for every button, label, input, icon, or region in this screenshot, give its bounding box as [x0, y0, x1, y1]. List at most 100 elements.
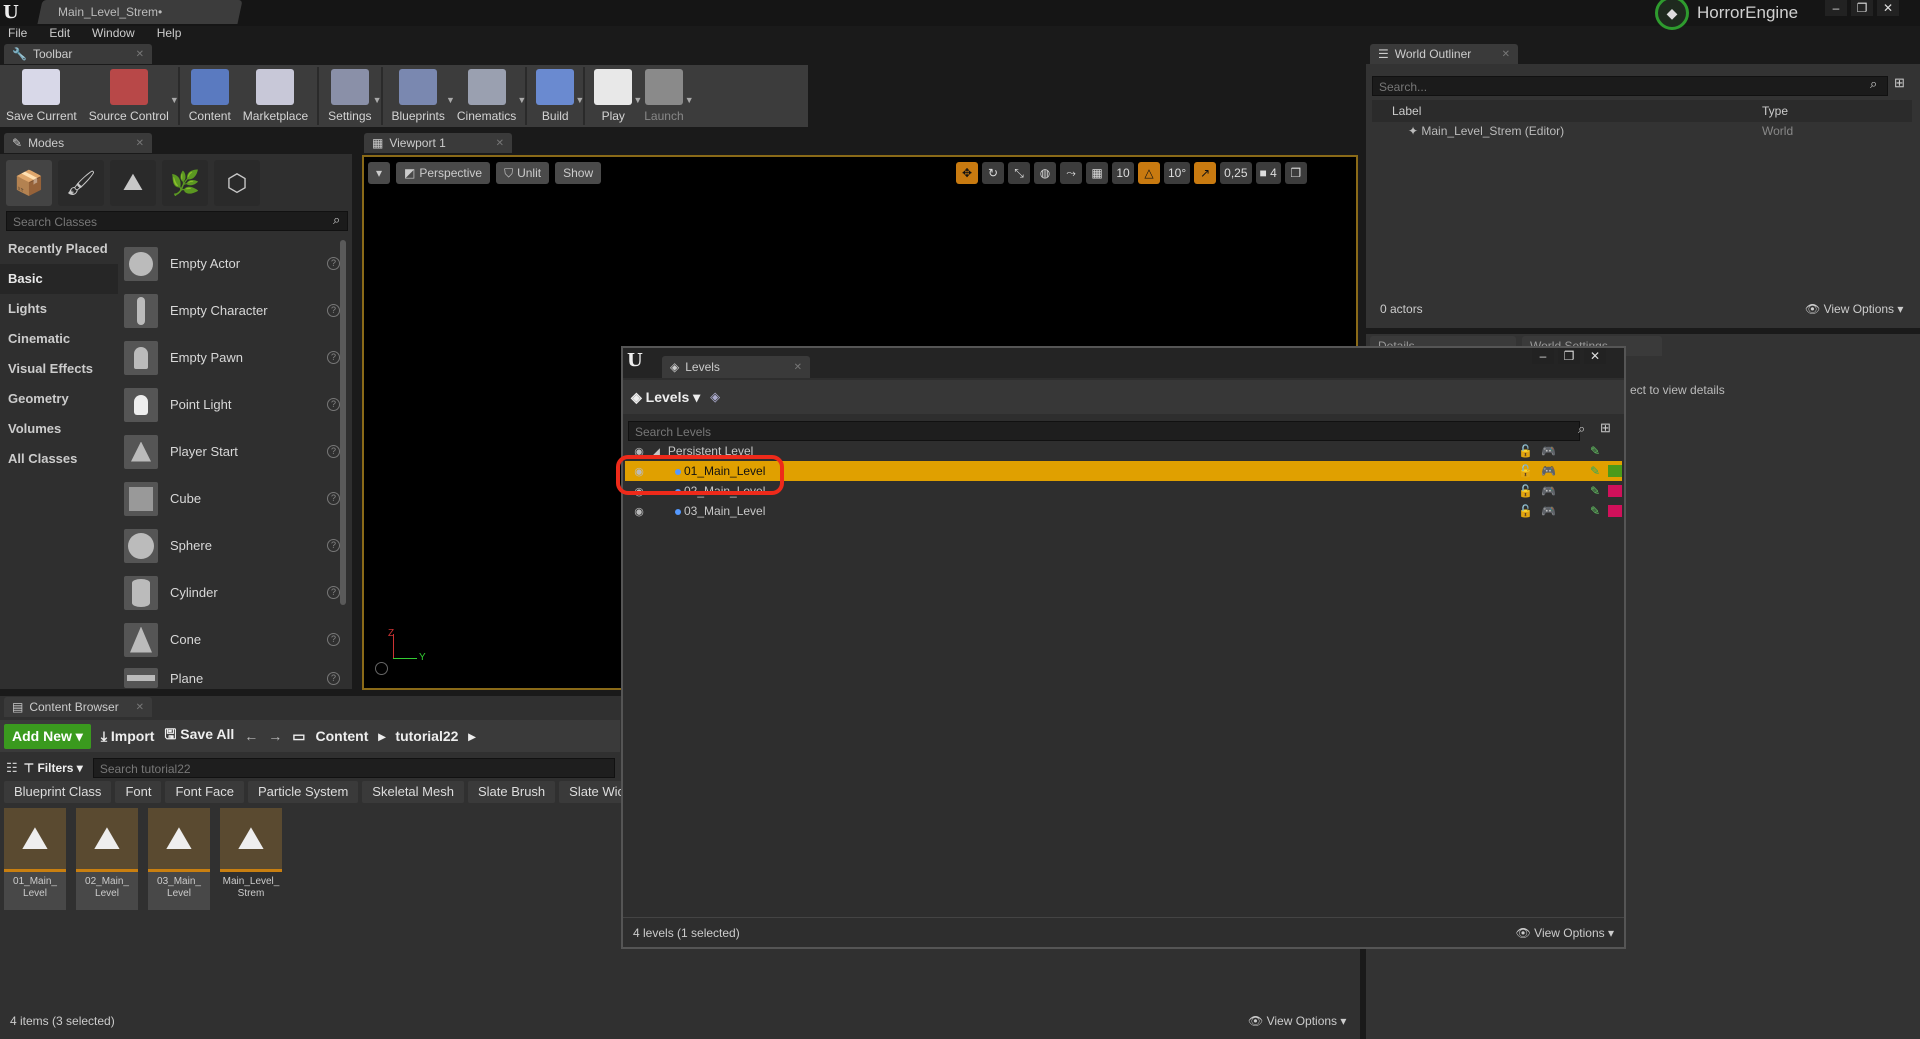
- level-color-swatch[interactable]: [1608, 465, 1622, 477]
- foliage-mode-icon[interactable]: 🌿: [162, 160, 208, 206]
- cb-view-options[interactable]: 👁 View Options ▾: [1248, 1014, 1346, 1028]
- levels-menu-button[interactable]: ◈ Levels ▾: [631, 389, 700, 406]
- table-row[interactable]: ✦ Main_Level_Strem (Editor) World: [1372, 122, 1912, 140]
- help-icon[interactable]: ?: [327, 492, 340, 505]
- list-item[interactable]: Cylinder?: [124, 569, 340, 616]
- save-all-button[interactable]: 🖫 Save All: [164, 724, 234, 748]
- scale-snap-icon[interactable]: ↗: [1194, 162, 1217, 184]
- menu-edit[interactable]: Edit: [49, 26, 70, 44]
- dropdown-arrow-icon[interactable]: ▼: [170, 95, 179, 105]
- surface-snap-icon[interactable]: ⤳: [1060, 162, 1082, 184]
- category-cinematic[interactable]: Cinematic: [0, 324, 118, 354]
- category-basic[interactable]: Basic: [0, 264, 118, 294]
- add-new-button[interactable]: Add New ▾: [4, 723, 91, 749]
- place-mode-icon[interactable]: 📦: [6, 160, 52, 206]
- level-color-swatch[interactable]: [1608, 445, 1622, 457]
- minimize-button[interactable]: –: [1532, 348, 1554, 364]
- outliner-search-input[interactable]: Search...: [1372, 76, 1888, 96]
- tab-toolbar[interactable]: 🔧 Toolbar ✕: [4, 44, 152, 64]
- asset-tile[interactable]: ⛰ 02_Main_ Level: [76, 808, 138, 910]
- document-tab[interactable]: Main_Level_Strem•: [37, 0, 243, 24]
- gamepad-icon[interactable]: 🎮: [1541, 504, 1556, 518]
- filter-chip[interactable]: Font: [115, 781, 162, 803]
- category-all-classes[interactable]: All Classes: [0, 444, 118, 474]
- show-button[interactable]: Show: [555, 162, 602, 184]
- camera-speed[interactable]: ■ 4: [1255, 162, 1281, 184]
- help-icon[interactable]: ?: [327, 539, 340, 552]
- menu-help[interactable]: Help: [157, 26, 182, 44]
- geometry-mode-icon[interactable]: ⬡: [214, 160, 260, 206]
- rotate-icon[interactable]: ↻: [982, 162, 1004, 184]
- dropdown-arrow-icon[interactable]: ▼: [373, 95, 382, 105]
- cinematics-button[interactable]: Cinematics ▼: [451, 65, 526, 127]
- lock-icon[interactable]: 🔓: [1518, 484, 1533, 498]
- tab-content-browser[interactable]: ▤ Content Browser ✕: [4, 697, 152, 717]
- list-item[interactable]: Cube?: [124, 475, 340, 522]
- filter-chip[interactable]: Font Face: [165, 781, 244, 803]
- perspective-button[interactable]: ◩ Perspective: [396, 162, 491, 184]
- forward-button[interactable]: →: [268, 728, 282, 744]
- category-lights[interactable]: Lights: [0, 294, 118, 324]
- info-icon[interactable]: [375, 662, 388, 675]
- filters-button[interactable]: ⊤ Filters ▾: [24, 761, 83, 775]
- landscape-mode-icon[interactable]: ⛰: [110, 160, 156, 206]
- close-button[interactable]: ✕: [1877, 0, 1899, 16]
- pencil-icon[interactable]: ✎: [1590, 464, 1600, 478]
- filter-chip[interactable]: Slate Brush: [467, 781, 556, 803]
- category-geometry[interactable]: Geometry: [0, 384, 118, 414]
- search-assets-input[interactable]: Search tutorial22: [92, 758, 615, 778]
- gamepad-icon[interactable]: 🎮: [1541, 444, 1556, 458]
- breadcrumb-tutorial22[interactable]: tutorial22: [395, 728, 458, 744]
- scrollbar[interactable]: [340, 240, 346, 605]
- menu-file[interactable]: File: [8, 26, 27, 44]
- category-visual-effects[interactable]: Visual Effects: [0, 354, 118, 384]
- outliner-view-options[interactable]: 👁 View Options ▾: [1805, 302, 1903, 316]
- help-icon[interactable]: ?: [327, 398, 340, 411]
- lock-icon[interactable]: 🔓: [1518, 504, 1533, 518]
- back-button[interactable]: ←: [244, 728, 258, 744]
- column-label[interactable]: Label: [1372, 104, 1762, 118]
- breadcrumb-content[interactable]: Content: [315, 728, 368, 744]
- tab-world-outliner[interactable]: ☰ World Outliner ✕: [1370, 44, 1518, 64]
- level-color-swatch[interactable]: [1608, 485, 1622, 497]
- dropdown-arrow-icon[interactable]: ▼: [575, 95, 584, 105]
- dropdown-arrow-icon[interactable]: ▼: [685, 95, 694, 105]
- close-icon[interactable]: ✕: [1502, 49, 1510, 60]
- rotation-snap-value[interactable]: 10°: [1164, 162, 1191, 184]
- list-item[interactable]: Empty Character?: [124, 287, 340, 334]
- asset-tile[interactable]: ⛰ Main_Level_ Strem: [220, 808, 282, 910]
- summon-levels-icon[interactable]: ◈: [710, 389, 720, 405]
- gamepad-icon[interactable]: 🎮: [1541, 484, 1556, 498]
- list-item[interactable]: Empty Actor?: [124, 240, 340, 287]
- close-icon[interactable]: ✕: [136, 702, 144, 713]
- blueprints-button[interactable]: Blueprints ▼: [386, 65, 455, 127]
- list-item[interactable]: Empty Pawn?: [124, 334, 340, 381]
- settings-button[interactable]: Settings ▼: [322, 65, 382, 127]
- grid-size[interactable]: 10: [1112, 162, 1134, 184]
- sources-icon[interactable]: ☷: [0, 760, 18, 776]
- dropdown-arrow-icon[interactable]: ▼: [517, 95, 526, 105]
- help-icon[interactable]: ?: [327, 304, 340, 317]
- maximize-button[interactable]: ❐: [1558, 348, 1580, 364]
- grid-icon[interactable]: ▦: [1086, 162, 1108, 184]
- help-icon[interactable]: ?: [327, 445, 340, 458]
- column-type[interactable]: Type: [1762, 104, 1892, 118]
- level-color-swatch[interactable]: [1608, 505, 1622, 517]
- pencil-icon[interactable]: ✎: [1590, 444, 1600, 458]
- viewport-options-button[interactable]: ▾: [368, 162, 391, 184]
- gamepad-icon[interactable]: 🎮: [1541, 464, 1556, 478]
- close-button[interactable]: ✕: [1584, 348, 1606, 364]
- category-recently-placed[interactable]: Recently Placed: [0, 234, 118, 264]
- close-icon[interactable]: ✕: [136, 49, 144, 60]
- world-icon[interactable]: ◍: [1034, 162, 1056, 184]
- add-icon[interactable]: ⊞: [1600, 420, 1611, 436]
- marketplace-button[interactable]: Marketplace: [237, 65, 314, 127]
- launch-button[interactable]: Launch ▼: [638, 65, 694, 127]
- help-icon[interactable]: ?: [327, 633, 340, 646]
- asset-tile[interactable]: ⛰ 01_Main_ Level: [4, 808, 66, 910]
- tab-levels[interactable]: ◈ Levels ✕: [662, 356, 810, 378]
- menu-window[interactable]: Window: [92, 26, 135, 44]
- search-levels-input[interactable]: Search Levels: [628, 421, 1580, 441]
- levels-view-options[interactable]: 👁 View Options ▾: [1516, 926, 1614, 940]
- help-icon[interactable]: ?: [327, 586, 340, 599]
